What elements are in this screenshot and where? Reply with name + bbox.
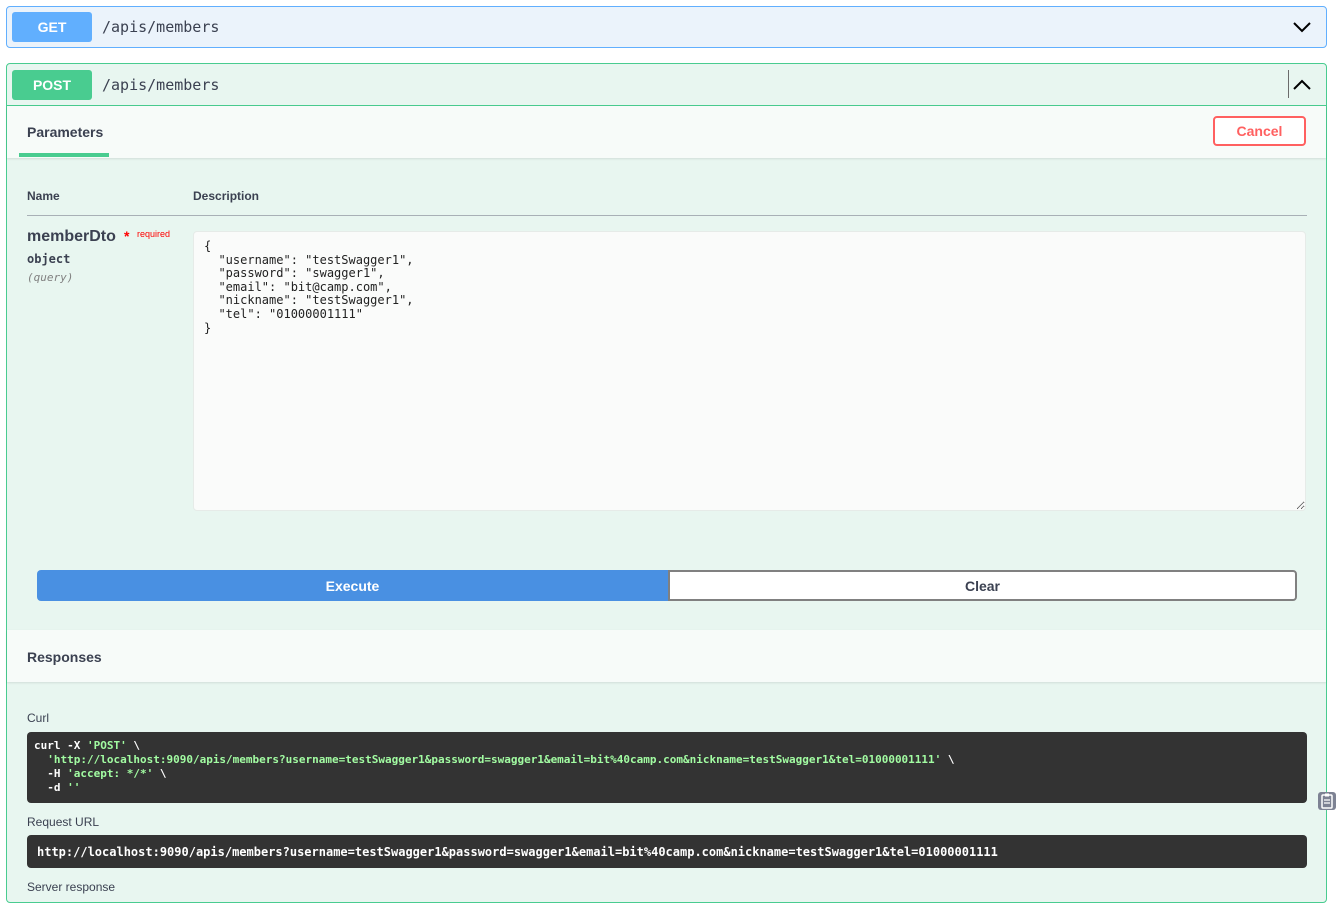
server-response-label: Server response	[27, 880, 116, 894]
method-badge-get: GET	[12, 12, 92, 42]
clear-button[interactable]: Clear	[668, 570, 1297, 601]
curl-label: Curl	[27, 711, 50, 725]
curl-code-block[interactable]: curl -X 'POST' \ 'http://localhost:9090/…	[27, 732, 1336, 810]
summary-divider	[1288, 70, 1289, 98]
execute-button[interactable]: Execute	[37, 570, 668, 601]
get-operation-summary[interactable]: GET /apis/members	[6, 6, 1327, 48]
parameter-type: object	[27, 252, 71, 266]
column-header-description: Description	[193, 189, 260, 203]
operation-path: /apis/members	[102, 75, 220, 94]
responses-header: Responses	[7, 630, 1326, 682]
request-url-block[interactable]: http://localhost:9090/apis/members?usern…	[27, 835, 1307, 868]
column-header-name: Name	[27, 189, 60, 203]
responses-title: Responses	[27, 649, 102, 665]
execute-wrapper: Execute Clear	[37, 570, 1297, 601]
parameters-header: Parameters Cancel	[7, 106, 1326, 158]
chevron-down-icon[interactable]	[1290, 15, 1314, 39]
required-star: *	[124, 228, 130, 244]
post-operation-summary[interactable]: POST /apis/members	[7, 64, 1326, 106]
tab-parameters[interactable]: Parameters	[27, 124, 103, 140]
operation-path: /apis/members	[102, 18, 220, 36]
method-badge-post: POST	[12, 69, 92, 100]
cancel-button[interactable]: Cancel	[1213, 116, 1306, 146]
required-label: required	[137, 229, 171, 239]
post-operation-block: POST /apis/members Parameters Cancel Nam…	[6, 63, 1336, 903]
request-url-label: Request URL	[27, 815, 100, 829]
parameter-name: memberDto	[27, 228, 116, 245]
copy-to-clipboard-icon[interactable]	[1277, 777, 1336, 810]
chevron-up-icon[interactable]	[1290, 73, 1314, 97]
parameter-in: (query)	[27, 271, 74, 284]
request-body-textarea[interactable]: { "username": "testSwagger1", "password"…	[193, 231, 1306, 511]
table-header-divider	[27, 215, 1307, 216]
tab-active-underline	[19, 153, 109, 157]
